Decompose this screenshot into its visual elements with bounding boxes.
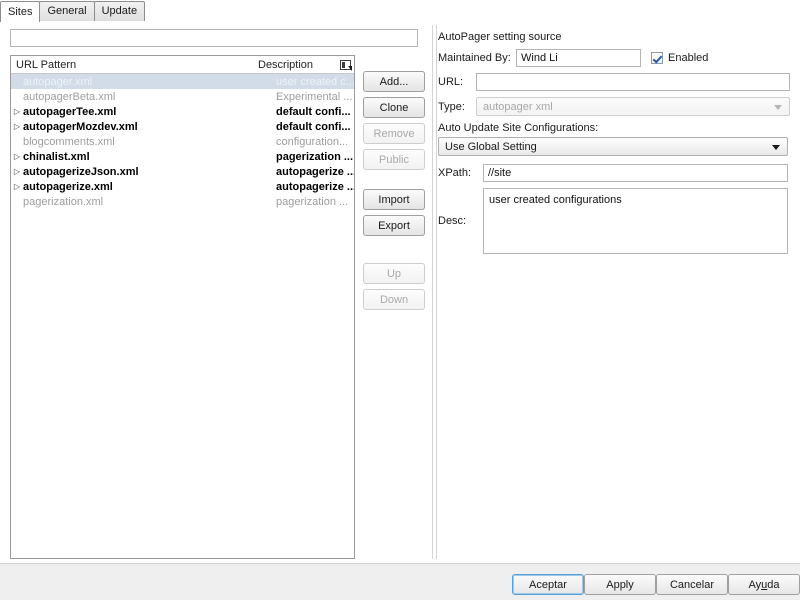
tab-update[interactable]: Update <box>93 1 146 21</box>
list-action-buttons: Add... Clone Remove Public Import Export… <box>363 71 425 315</box>
help-label-before: Ay <box>748 578 762 591</box>
enabled-checkbox-wrap[interactable]: Enabled <box>651 52 708 64</box>
auto-update-label-row: Auto Update Site Configurations: <box>438 122 790 134</box>
url-label: URL: <box>438 76 464 88</box>
import-button[interactable]: Import <box>363 189 425 210</box>
tab-bar: Sites General Update <box>0 0 800 22</box>
type-row: Type: autopager xml <box>438 97 790 116</box>
auto-update-select[interactable]: Use Global Setting <box>438 137 788 156</box>
export-button[interactable]: Export <box>363 215 425 236</box>
auto-update-select-value: Use Global Setting <box>445 140 537 153</box>
tab-sites[interactable]: Sites <box>0 1 41 22</box>
row-url-pattern: autopagerize.xml <box>23 180 113 193</box>
apply-button[interactable]: Apply <box>584 574 656 595</box>
table-row[interactable]: autopager.xml user created c... <box>11 74 354 89</box>
desc-field[interactable]: user created configurations <box>483 188 788 254</box>
table-row[interactable]: ▷ autopagerMozdev.xml default confi... <box>11 119 354 134</box>
xpath-row: XPath: <box>438 164 790 182</box>
expander-icon[interactable]: ▷ <box>11 104 23 119</box>
remove-button: Remove <box>363 123 425 144</box>
public-button: Public <box>363 149 425 170</box>
expander-icon[interactable]: ▷ <box>11 164 23 179</box>
add-button[interactable]: Add... <box>363 71 425 92</box>
type-select-value: autopager xml <box>483 100 553 113</box>
url-field[interactable] <box>476 73 790 91</box>
expander-icon[interactable]: ▷ <box>11 149 23 164</box>
table-row[interactable]: ▷ autopagerizeJson.xml autopagerize ... <box>11 164 354 179</box>
column-header-description[interactable]: Description <box>258 59 336 71</box>
row-description: pagerization ... <box>276 150 354 163</box>
row-description: configuration... <box>276 135 349 148</box>
row-description: pagerization ... <box>276 195 349 208</box>
help-label-after: da <box>767 578 780 591</box>
table-row[interactable]: pagerization.xml pagerization ... <box>11 194 354 209</box>
type-label: Type: <box>438 100 465 113</box>
row-description: autopagerize ... <box>276 180 354 193</box>
table-row[interactable]: ▷ autopagerTee.xml default confi... <box>11 104 354 119</box>
row-url-pattern: autopagerTee.xml <box>23 105 117 118</box>
accept-button[interactable]: Aceptar <box>512 574 584 595</box>
row-url-pattern: autopagerMozdev.xml <box>23 120 138 133</box>
chevron-down-icon <box>774 104 782 110</box>
maintained-by-field[interactable] <box>516 49 641 67</box>
expander-icon[interactable]: ▷ <box>11 179 23 194</box>
pane-splitter[interactable] <box>432 25 437 559</box>
xpath-field[interactable] <box>483 164 788 182</box>
row-url-pattern: autopager.xml <box>23 75 93 88</box>
move-down-button: Down <box>363 289 425 310</box>
row-description: default confi... <box>276 105 351 118</box>
row-url-pattern: pagerization.xml <box>23 195 104 208</box>
expander-icon[interactable]: ▷ <box>11 119 23 134</box>
tab-general[interactable]: General <box>39 1 95 21</box>
row-description: default confi... <box>276 120 351 133</box>
sites-list[interactable]: URL Pattern Description autopager.xml us… <box>10 55 355 559</box>
row-url-pattern: autopagerBeta.xml <box>23 90 116 103</box>
sites-panel: URL Pattern Description autopager.xml us… <box>0 21 800 563</box>
xpath-label: XPath: <box>438 167 472 179</box>
row-description: autopagerize ... <box>276 165 354 178</box>
table-row[interactable]: blogcomments.xml configuration... <box>11 134 354 149</box>
type-select: autopager xml <box>476 97 790 116</box>
button-group-gap <box>363 241 425 263</box>
filter-input[interactable] <box>10 29 418 47</box>
button-group-gap <box>363 175 425 189</box>
help-button[interactable]: Ayuda <box>728 574 800 595</box>
column-header-url-pattern[interactable]: URL Pattern <box>11 59 258 71</box>
setting-source-pane: AutoPager setting source Maintained By: … <box>438 31 790 254</box>
maintained-by-row: Maintained By: Enabled <box>438 49 790 67</box>
list-header: URL Pattern Description <box>11 56 354 74</box>
desc-row: Desc: user created configurations <box>438 188 790 254</box>
table-row[interactable]: autopagerBeta.xml Experimental ... <box>11 89 354 104</box>
row-url-pattern: autopagerizeJson.xml <box>23 165 139 178</box>
autopager-settings-window: Sites General Update URL Pattern Descrip… <box>0 0 800 600</box>
clone-button[interactable]: Clone <box>363 97 425 118</box>
maintained-by-label: Maintained By: <box>438 52 511 64</box>
table-row[interactable]: ▷ chinalist.xml pagerization ... <box>11 149 354 164</box>
url-row: URL: <box>438 73 790 91</box>
row-description: Experimental ... <box>276 90 353 103</box>
table-row[interactable]: ▷ autopagerize.xml autopagerize ... <box>11 179 354 194</box>
enabled-checkbox[interactable] <box>651 52 663 64</box>
row-url-pattern: chinalist.xml <box>23 150 90 163</box>
move-up-button: Up <box>363 263 425 284</box>
row-description: user created c... <box>276 75 354 88</box>
cancel-button[interactable]: Cancelar <box>656 574 728 595</box>
column-chooser-icon[interactable] <box>336 59 354 71</box>
chevron-down-icon <box>772 144 780 150</box>
auto-update-label: Auto Update Site Configurations: <box>438 122 599 134</box>
desc-label: Desc: <box>438 215 467 227</box>
enabled-label: Enabled <box>668 52 709 64</box>
dialog-button-bar: Aceptar Apply Cancelar Ayuda <box>0 563 800 600</box>
row-url-pattern: blogcomments.xml <box>23 135 115 148</box>
group-title: AutoPager setting source <box>438 31 562 43</box>
